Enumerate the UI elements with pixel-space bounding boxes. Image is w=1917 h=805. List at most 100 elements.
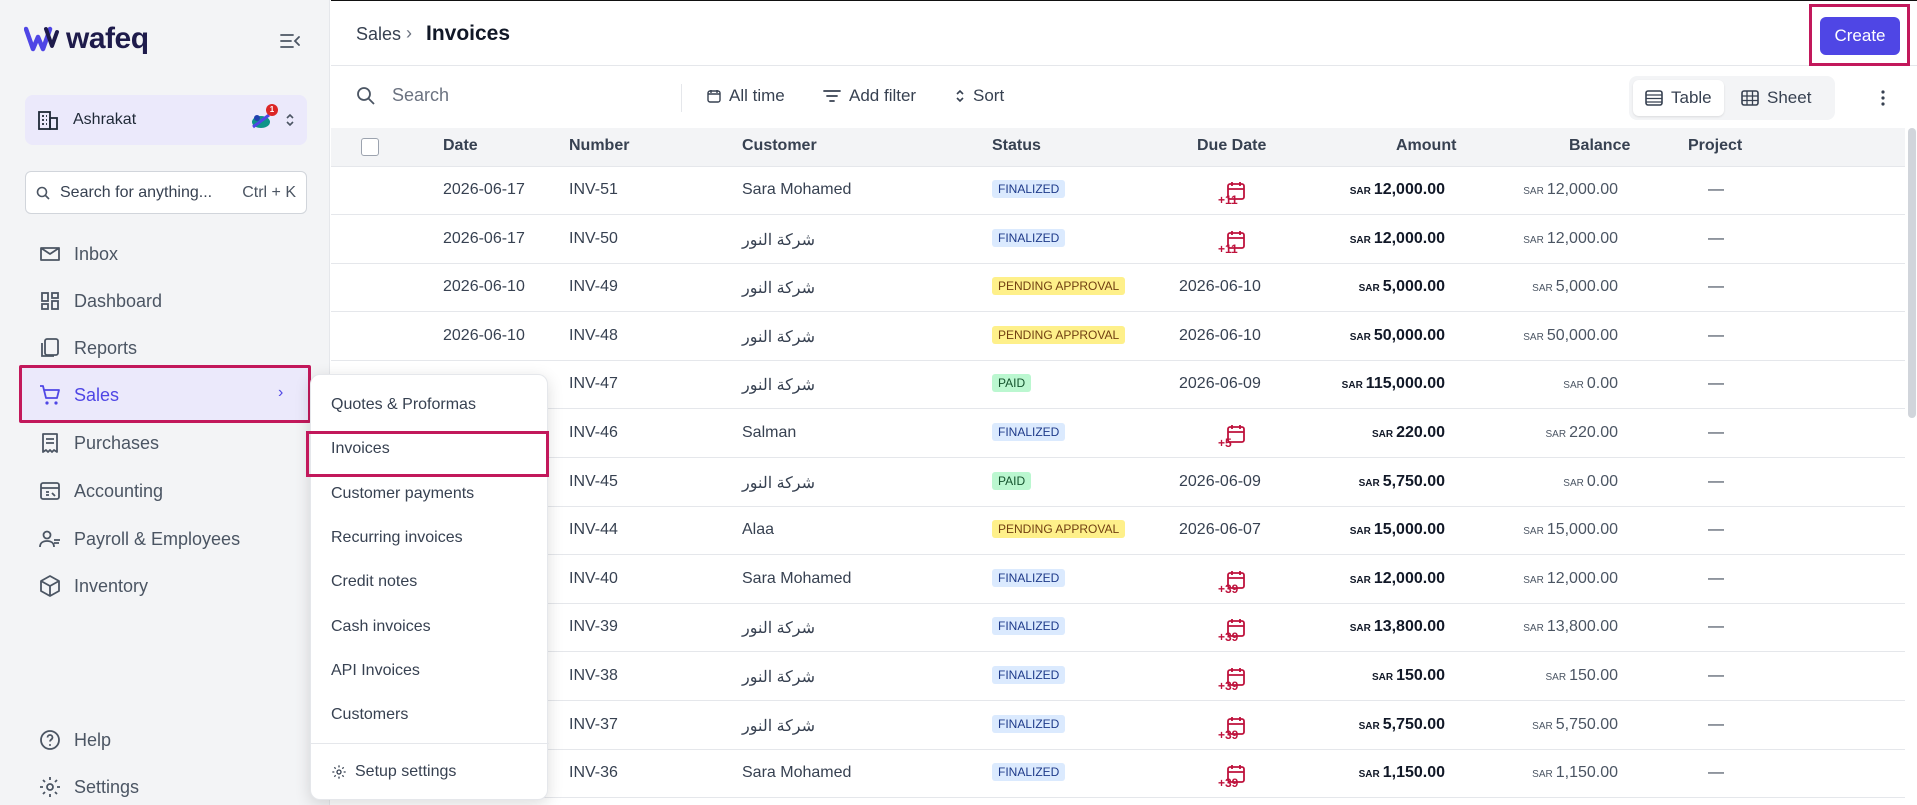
balance-number: 50,000.00 [1546,326,1618,344]
more-options-button[interactable] [1871,86,1895,110]
date-range-button[interactable]: All time [707,86,785,106]
overdue-days: +11 [1218,193,1238,207]
submenu-item-recurring-invoices[interactable]: Recurring invoices [331,529,463,547]
invoice-number[interactable]: INV-37 [569,716,618,734]
project-value: — [1708,521,1724,539]
sidebar-item-inventory[interactable]: Inventory [38,571,148,601]
table-row[interactable]: 2026-06-17 INV-51 Sara Mohamed FINALIZED +1… [331,167,1905,215]
sheet-view-button[interactable]: Sheet [1729,80,1823,116]
column-date[interactable]: Date [443,137,478,155]
amount-number: 12,000.00 [1373,569,1445,587]
column-number[interactable]: Number [569,137,629,155]
sidebar-item-label: Payroll & Employees [74,528,241,549]
invoice-number[interactable]: INV-47 [569,375,618,393]
table-row[interactable]: INV-47 شركة النور PAID 2026-06-09 SAR 115,000… [331,361,1905,410]
breadcrumb-sales[interactable]: Sales [356,24,401,45]
invoice-number[interactable]: INV-50 [569,230,618,248]
table-row[interactable]: 2026-06-10 INV-49 شركة النور PENDING APPROV… [331,264,1905,313]
column-balance[interactable]: Balance [1569,137,1630,155]
sort-button[interactable]: Sort [955,86,1004,106]
invoice-number[interactable]: INV-45 [569,473,618,491]
invoice-number[interactable]: INV-38 [569,667,618,685]
customer-name: شركة النور [742,377,816,395]
submenu-item-cash-invoices[interactable]: Cash invoices [331,618,431,636]
project-value: — [1708,424,1724,441]
sidebar-item-reports[interactable]: Reports [38,333,137,363]
invoice-number[interactable]: INV-39 [569,618,618,636]
customer-name: Sara Mohamed [742,569,852,587]
table-row[interactable]: 2026-06-17 INV-50 شركة النور FINALIZED +11 … [331,216,1905,264]
table-row[interactable]: INV-40 Sara Mohamed FINALIZED +39 SAR 12,00… [331,556,1905,604]
create-button[interactable]: Create [1820,17,1900,55]
sidebar-item-label: Settings [74,776,140,797]
add-filter-button[interactable]: Add filter [823,86,916,106]
invoice-number[interactable]: INV-48 [569,327,618,345]
table-row[interactable]: INV-37 شركة النور FINALIZED +39 SAR 5,750.0… [331,702,1905,750]
submenu-item-customers[interactable]: Customers [331,706,408,724]
submenu-item-api-invoices[interactable]: API Invoices [331,662,420,680]
customer-name: Sara Mohamed [742,181,852,198]
customer-name: شركة النور [742,231,816,249]
select-all-checkbox[interactable] [361,138,379,156]
amount-number: 5,750.00 [1382,715,1445,733]
invoice-date: 2026-06-10 [443,326,525,344]
currency-label: SAR [1523,526,1544,538]
table-row[interactable]: INV-39 شركة النور FINALIZED +39 SAR 13,800.… [331,604,1905,653]
table-row[interactable]: 2026-06-10 INV-48 شركة النور PENDING APPROV… [331,313,1905,361]
submenu-item-credit-notes[interactable]: Credit notes [331,573,417,591]
invoice-number[interactable]: INV-44 [569,521,618,539]
amount-number: 12,000.00 [1373,229,1445,247]
sidebar-item-payroll[interactable]: Payroll & Employees [38,524,240,554]
sidebar-item-label: Purchases [74,432,160,453]
sidebar-item-help[interactable]: Help [38,725,111,755]
balance-number: 0.00 [1586,472,1618,490]
balance-number: 220.00 [1569,424,1618,441]
amount-value: SAR 12,000.00 [1350,570,1445,588]
column-due-date[interactable]: Due Date [1197,137,1266,155]
table-row[interactable]: INV-38 شركة النور FINALIZED +39 SAR 150.00 S… [331,653,1905,701]
currency-label: SAR [1523,186,1544,197]
global-search-input[interactable]: Search for anything... Ctrl + K [25,171,307,214]
currency-label: SAR [1349,526,1371,538]
customer-name: شركة النور [742,474,816,492]
sheet-view-label: Sheet [1767,88,1812,107]
sidebar: wafeq Ashrakat 1 Search for anything... … [0,0,330,805]
toolbar: Search All time Add filter Sort Table Sh… [331,66,1917,128]
sidebar-item-accounting[interactable]: Accounting [38,476,163,506]
table-row[interactable]: INV-36 Sara Mohamed FINALIZED +39 SAR 1,150… [331,750,1905,799]
amount-number: 15,000.00 [1373,521,1445,539]
invoice-number[interactable]: INV-51 [569,181,618,199]
sidebar-item-sales[interactable]: Sales [38,380,119,410]
table-row[interactable]: INV-46 Salman FINALIZED +5 SAR 220.00 SAR 220… [331,410,1905,458]
overdue-days: +39 [1218,630,1239,645]
sidebar-item-dashboard[interactable]: Dashboard [38,286,162,316]
table-scrollbar[interactable] [1908,128,1916,418]
organization-switcher[interactable]: Ashrakat 1 [25,95,307,145]
invoice-number[interactable]: INV-46 [569,424,618,442]
collapse-sidebar-button[interactable] [278,30,302,52]
setup-settings-link[interactable]: Setup settings [331,763,456,781]
table-row[interactable]: INV-45 شركة النور PAID 2026-06-09 SAR 5,750.0… [331,459,1905,507]
status-badge: PENDING APPROVAL [992,277,1126,296]
submenu-item-customer-payments[interactable]: Customer payments [331,485,474,503]
table-view-button[interactable]: Table [1633,80,1724,116]
sidebar-item-purchases[interactable]: Purchases [38,428,159,458]
overdue-calendar-icon: +39 [1218,665,1248,693]
invoice-number[interactable]: INV-40 [569,570,618,588]
sidebar-item-inbox[interactable]: Inbox [38,239,118,269]
currency-label: SAR [1358,769,1380,781]
sidebar-item-settings[interactable]: Settings [38,772,139,802]
logo[interactable]: wafeq [24,22,149,56]
table-search-input[interactable]: Search [356,85,449,106]
submenu-item-invoices[interactable]: Invoices [331,440,390,458]
column-project[interactable]: Project [1688,137,1742,155]
table-row[interactable]: INV-44 Alaa PENDING APPROVAL 2026-06-07 SAR 1… [331,507,1905,556]
currency-label: SAR [1358,283,1380,295]
column-amount[interactable]: Amount [1396,137,1456,155]
invoice-number[interactable]: INV-36 [569,764,618,782]
submenu-item-quotes[interactable]: Quotes & Proformas [331,396,476,414]
status-badge: FINALIZED [992,228,1066,247]
invoice-number[interactable]: INV-49 [569,278,618,296]
column-customer[interactable]: Customer [742,137,817,155]
column-status[interactable]: Status [992,137,1041,155]
